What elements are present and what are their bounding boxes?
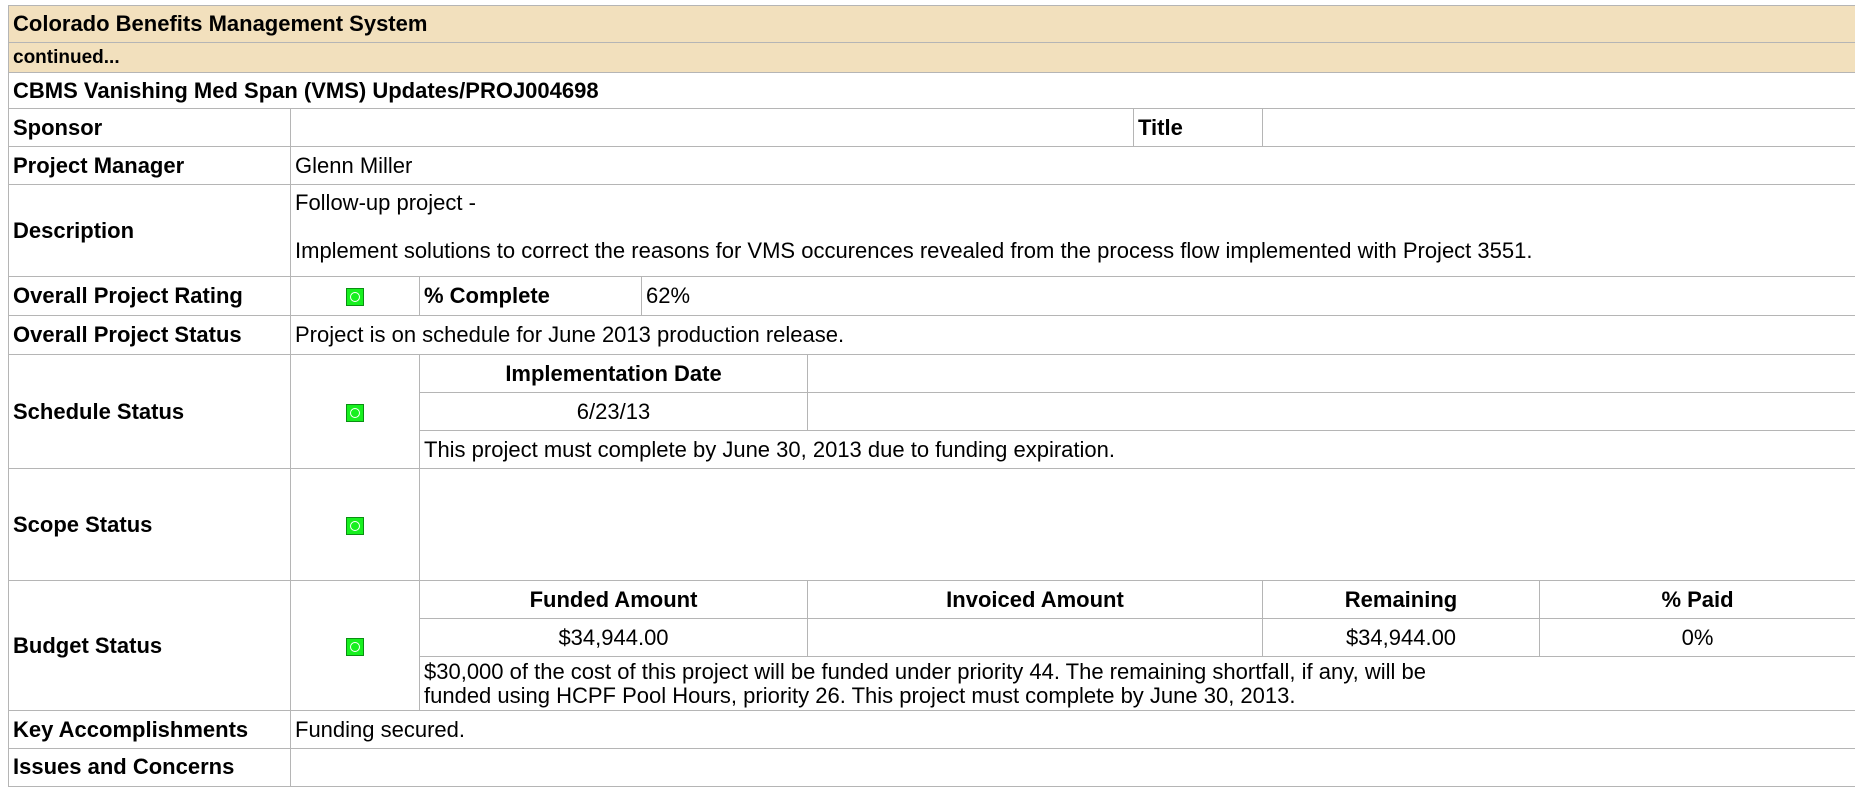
green-status-icon (346, 637, 364, 656)
description-value: Follow-up project - Implement solutions … (289, 184, 1855, 277)
percent-paid-value: 0% (1538, 618, 1855, 657)
schedule-empty-cell (806, 354, 1855, 393)
budget-status-label: Budget Status (8, 580, 291, 711)
project-status-report: Colorado Benefits Management System cont… (7, 5, 1855, 787)
remaining-value: $34,944.00 (1262, 618, 1540, 657)
funded-amount-header: Funded Amount (419, 580, 808, 619)
funded-amount-value: $34,944.00 (419, 618, 808, 657)
description-line-1: Follow-up project - (295, 190, 476, 215)
schedule-note: This project must complete by June 30, 2… (418, 430, 1855, 469)
green-status-icon (346, 403, 364, 422)
implementation-date-header: Implementation Date (419, 354, 808, 393)
overall-rating-label: Overall Project Rating (8, 276, 291, 316)
percent-complete-value: 62% (640, 276, 1855, 316)
title-label: Title (1133, 108, 1263, 147)
scope-status-label: Scope Status (8, 468, 291, 581)
key-accomplishments-label: Key Accomplishments (8, 710, 291, 749)
invoiced-amount-value (807, 618, 1263, 657)
percent-complete-label: % Complete (419, 276, 642, 316)
budget-note-line-2: funded using HCPF Pool Hours, priority 2… (424, 682, 1296, 708)
system-title: Colorado Benefits Management System (7, 5, 1855, 43)
implementation-date-value: 6/23/13 (419, 392, 808, 431)
budget-status-indicator (290, 580, 420, 711)
schedule-status-indicator (290, 354, 420, 469)
schedule-empty-cell-2 (806, 392, 1855, 431)
issues-value (289, 748, 1855, 787)
green-status-icon (346, 288, 364, 307)
schedule-status-label: Schedule Status (8, 354, 291, 469)
invoiced-amount-header: Invoiced Amount (807, 580, 1263, 619)
description-line-2: Implement solutions to correct the reaso… (295, 238, 1533, 263)
overall-status-label: Overall Project Status (8, 315, 291, 355)
key-accomplishments-value: Funding secured. (289, 710, 1855, 749)
scope-status-notes (418, 468, 1855, 581)
issues-label: Issues and Concerns (8, 748, 291, 787)
green-status-icon (346, 516, 364, 535)
project-title: CBMS Vanishing Med Span (VMS) Updates/PR… (7, 72, 1855, 109)
remaining-header: Remaining (1262, 580, 1540, 619)
percent-paid-header: % Paid (1538, 580, 1855, 619)
budget-note-line-1: $30,000 of the cost of this project will… (424, 658, 1426, 684)
sponsor-label: Sponsor (8, 108, 291, 147)
title-value (1261, 108, 1855, 147)
overall-rating-cell (290, 276, 420, 316)
description-label: Description (8, 184, 291, 277)
scope-status-indicator (290, 468, 420, 581)
continued-label: continued... (7, 42, 1855, 73)
overall-status-value: Project is on schedule for June 2013 pro… (289, 315, 1855, 355)
project-manager-value: Glenn Miller (289, 146, 1855, 185)
budget-note: $30,000 of the cost of this project will… (418, 656, 1855, 711)
project-manager-label: Project Manager (8, 146, 291, 185)
sponsor-value (290, 108, 1134, 147)
